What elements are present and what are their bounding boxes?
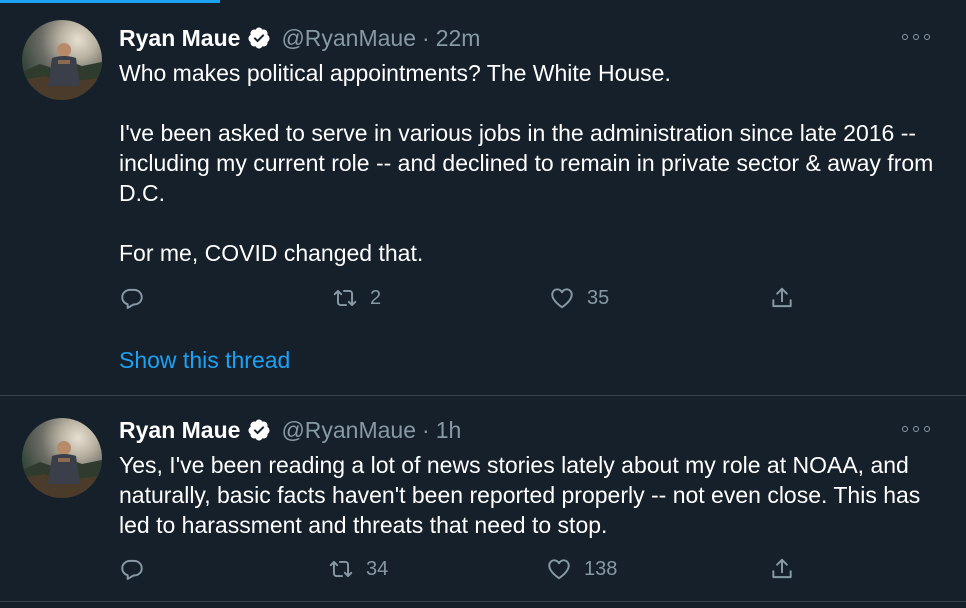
retweet-count: 34 <box>366 557 389 580</box>
avatar[interactable] <box>22 418 102 498</box>
like-count: 35 <box>587 286 610 309</box>
like-count: 138 <box>584 557 618 580</box>
header-separator: · <box>422 416 430 443</box>
tweet-timestamp[interactable]: 1h <box>436 417 462 444</box>
tweet-actions: 2 35 <box>0 283 966 313</box>
tweet-paragraph: I've been asked to serve in various jobs… <box>119 120 934 206</box>
reply-button[interactable] <box>119 554 157 584</box>
author-handle[interactable]: @RyanMaue <box>281 25 416 52</box>
verified-badge-icon <box>247 418 271 442</box>
tweet-header: Ryan Maue @RyanMaue · 1h <box>119 415 461 445</box>
author-name[interactable]: Ryan Maue <box>119 25 240 52</box>
retweet-button[interactable]: 34 <box>328 554 388 584</box>
retweet-icon <box>333 289 357 307</box>
like-button[interactable]: 35 <box>549 283 609 313</box>
show-thread-link[interactable]: Show this thread <box>119 347 290 374</box>
share-icon <box>772 558 792 579</box>
like-icon <box>551 288 573 309</box>
avatar[interactable] <box>22 20 102 100</box>
verified-badge-icon <box>247 26 271 50</box>
tweet-text: Who makes political appointments? The Wh… <box>119 58 939 268</box>
tweet[interactable]: Ryan Maue @RyanMaue · 1h Yes, I've been … <box>0 396 966 602</box>
reply-icon <box>121 288 143 309</box>
more-options-icon[interactable] <box>902 419 930 439</box>
avatar-photo <box>22 441 102 498</box>
avatar-photo <box>22 43 102 100</box>
retweet-button[interactable]: 2 <box>332 283 381 313</box>
like-icon <box>548 559 570 580</box>
tweet-actions: 34 138 <box>0 554 966 584</box>
tweet-paragraph: Who makes political appointments? The Wh… <box>119 60 671 86</box>
timeline: Ryan Maue @RyanMaue · 22m Who makes poli… <box>0 0 966 608</box>
reply-icon <box>121 559 143 580</box>
author-handle[interactable]: @RyanMaue <box>281 417 416 444</box>
tweet-header: Ryan Maue @RyanMaue · 22m <box>119 23 480 53</box>
like-button[interactable]: 138 <box>546 554 617 584</box>
reply-button[interactable] <box>119 283 157 313</box>
retweet-count: 2 <box>370 286 382 309</box>
retweet-icon <box>329 560 353 578</box>
tweet[interactable]: Ryan Maue @RyanMaue · 22m Who makes poli… <box>0 0 966 396</box>
tweet-text: Yes, I've been reading a lot of news sto… <box>119 450 939 540</box>
share-button[interactable] <box>769 283 795 313</box>
author-name[interactable]: Ryan Maue <box>119 417 240 444</box>
more-options-icon[interactable] <box>902 27 930 47</box>
tweet-timestamp[interactable]: 22m <box>436 25 481 52</box>
share-icon <box>772 287 792 308</box>
tweet-paragraph: Yes, I've been reading a lot of news sto… <box>119 452 921 538</box>
tweet-paragraph: For me, COVID changed that. <box>119 240 424 266</box>
header-separator: · <box>422 24 430 51</box>
share-button[interactable] <box>769 554 795 584</box>
